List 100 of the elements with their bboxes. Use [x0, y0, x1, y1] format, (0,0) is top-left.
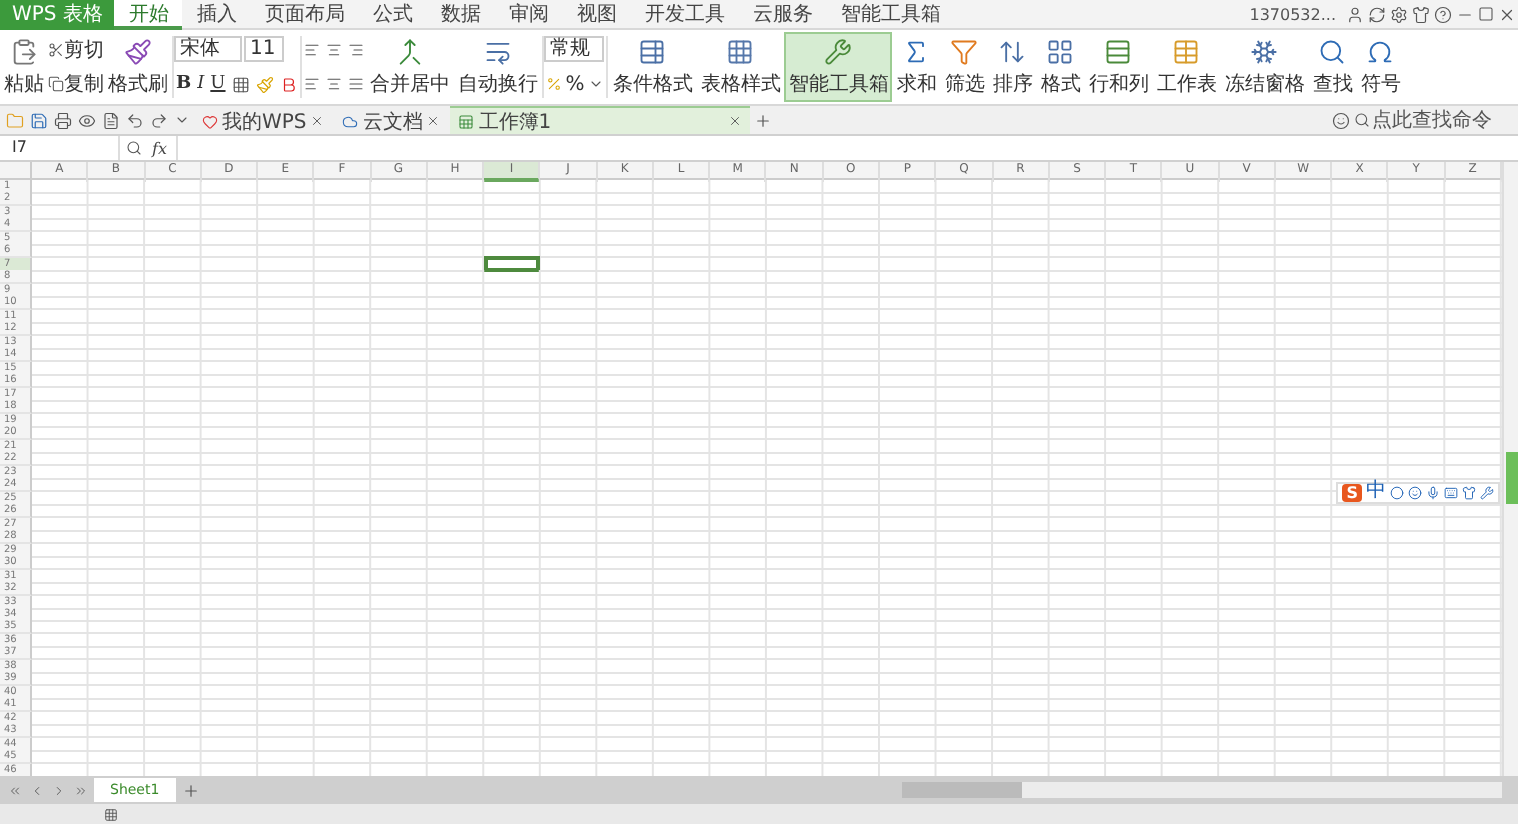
undo-icon	[126, 111, 144, 129]
align-center-icon	[325, 76, 342, 93]
horizontal-scrollbar[interactable]	[902, 782, 1502, 798]
number-format-field[interactable]: 常规	[543, 36, 604, 62]
emoji-icon	[1408, 485, 1422, 500]
font-color-icon	[279, 75, 298, 93]
menu-tab[interactable]: 智能工具箱	[826, 0, 955, 29]
close-icon	[1498, 5, 1516, 23]
copy-button[interactable]: 复制	[48, 70, 104, 99]
preview-icon	[78, 111, 96, 129]
skin-icon	[1462, 485, 1476, 500]
close-icon	[310, 114, 325, 128]
ribbon-button[interactable]: 合并居中	[365, 32, 454, 102]
omega-icon	[1366, 38, 1395, 66]
font-style-button[interactable]: I	[195, 74, 207, 94]
status-icon	[104, 807, 118, 821]
menu-tab[interactable]: 公式	[358, 0, 427, 29]
wrench-icon	[824, 38, 853, 66]
cloud-icon	[342, 113, 359, 129]
next-icon	[52, 783, 66, 797]
ribbon-button[interactable]: 求和	[892, 32, 941, 102]
app-menu-button[interactable]: WPS 表格	[0, 0, 115, 29]
justify-icon	[347, 76, 364, 93]
font-style-button[interactable]: U	[208, 74, 228, 94]
menu-tab[interactable]: 页面布局	[250, 0, 359, 29]
ribbon-button[interactable]: 符号	[1356, 32, 1405, 102]
heart-icon	[202, 113, 218, 129]
menu-tab[interactable]: 审阅	[494, 0, 563, 29]
document-tab[interactable]: 我的WPS	[194, 106, 333, 134]
ribbon-button[interactable]: 格式	[1036, 32, 1085, 102]
menu-tab[interactable]: 云服务	[738, 0, 827, 29]
ribbon-button[interactable]: 排序	[988, 32, 1037, 102]
cut-button[interactable]: 剪切	[48, 35, 104, 64]
wrench-icon	[1480, 485, 1494, 500]
worksheet-icon	[1172, 38, 1201, 66]
name-box[interactable]: I7	[0, 136, 120, 160]
ribbon-button[interactable]: 表格样式	[696, 32, 785, 102]
wrap-text-icon	[483, 38, 512, 66]
rows-icon	[1104, 38, 1133, 66]
settings-icon	[1390, 5, 1408, 23]
user-name[interactable]: 1370532...	[1249, 5, 1336, 23]
document-tab[interactable]: 工作簿1	[450, 106, 751, 134]
folder-icon	[6, 111, 24, 129]
menu-tab[interactable]: 开始	[114, 0, 183, 29]
printer-icon	[54, 111, 72, 129]
insert-function-button[interactable]: fx	[148, 139, 171, 157]
ribbon-button[interactable]: 智能工具箱	[784, 32, 893, 102]
close-icon	[426, 114, 441, 128]
ribbon-button[interactable]: 筛选	[940, 32, 989, 102]
document-icon	[102, 111, 120, 129]
clipboard-icon	[10, 38, 38, 66]
help-icon	[1434, 5, 1452, 23]
ribbon-button[interactable]: 条件格式	[608, 32, 697, 102]
format-painter-button[interactable]: 格式刷	[104, 32, 172, 102]
menu-tab[interactable]: 数据	[426, 0, 495, 29]
table-rules-icon	[638, 38, 667, 66]
redo-icon	[150, 111, 168, 129]
shirt-icon	[1412, 5, 1430, 23]
format-icon	[1046, 38, 1075, 66]
ribbon-button[interactable]: 自动换行	[453, 32, 542, 102]
document-tab[interactable]: 云文档	[334, 106, 449, 134]
filter-icon	[950, 38, 979, 66]
merge-cells-icon	[395, 38, 424, 66]
maximize-icon	[1478, 6, 1494, 22]
last-icon	[74, 783, 88, 797]
first-icon	[8, 783, 22, 797]
scroll-thumb[interactable]	[1505, 452, 1517, 504]
font-field[interactable]: 宋体	[174, 36, 242, 62]
selected-cell[interactable]	[484, 255, 541, 272]
input-mode-button[interactable]: 中	[1366, 482, 1386, 503]
menu-tab[interactable]: 视图	[562, 0, 631, 29]
keyboard-icon	[1444, 485, 1458, 500]
ribbon-button[interactable]: 行和列	[1084, 32, 1153, 102]
spreadsheet-icon	[458, 113, 475, 129]
save-icon	[30, 111, 48, 129]
ribbon-button[interactable]: 工作表	[1152, 32, 1221, 102]
caret-icon	[174, 112, 190, 128]
ime-logo[interactable]: S	[1342, 483, 1362, 502]
punctuation-icon	[1390, 485, 1404, 500]
find-icon	[1318, 38, 1347, 66]
scroll-thumb[interactable]	[902, 782, 1022, 798]
percent-button[interactable]: %	[565, 73, 585, 95]
align-left-icon	[303, 76, 320, 93]
menu-tab[interactable]: 插入	[182, 0, 251, 29]
menu-tab[interactable]: 开发工具	[630, 0, 739, 29]
previous-icon	[30, 783, 44, 797]
font-style-button[interactable]: B	[174, 74, 194, 94]
paste-button[interactable]: 粘贴	[0, 32, 48, 102]
borders-icon	[231, 75, 250, 93]
copy-icon	[48, 76, 64, 93]
plus-icon	[181, 781, 200, 799]
command-search-field[interactable]: 点此查找命令	[1372, 108, 1512, 132]
font-size-field[interactable]: 11	[244, 36, 284, 62]
ribbon-button[interactable]: 查找	[1308, 32, 1357, 102]
search-icon	[1354, 112, 1370, 128]
ribbon-button[interactable]: 冻结窗格	[1220, 32, 1309, 102]
refresh-icon	[1368, 5, 1386, 23]
snowflake-icon	[1250, 38, 1279, 66]
scissors-icon	[48, 41, 64, 58]
vertical-scrollbar[interactable]	[1502, 162, 1518, 776]
